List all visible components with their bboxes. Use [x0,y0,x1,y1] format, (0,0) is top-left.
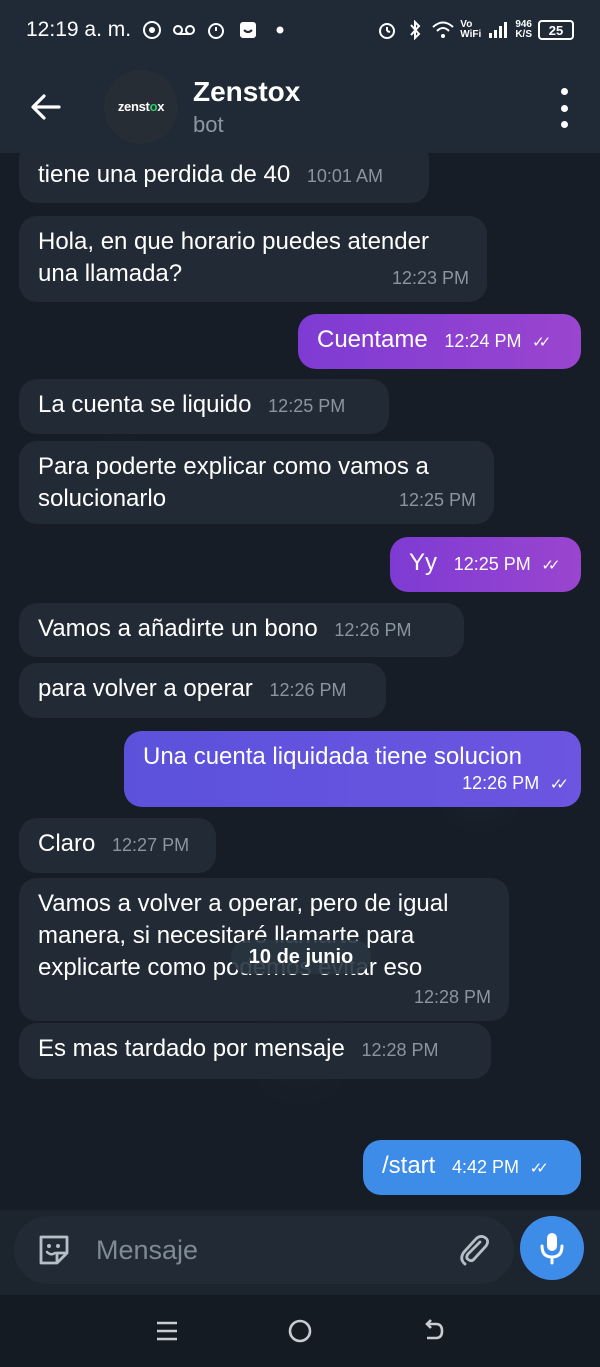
paperclip-icon [460,1235,489,1266]
chat-header: zenst o x Zenstox bot [0,60,600,153]
message-input[interactable] [96,1234,454,1266]
incoming-message[interactable]: Claro 12:27 PM [19,818,216,873]
message-time: 12:24 PM [444,331,522,351]
message-time: 12:23 PM [391,268,469,288]
incoming-message[interactable]: Para poderte explicar como vamos a soluc… [19,441,494,524]
wifi-icon [432,19,454,41]
incoming-message[interactable]: Vamos a añadirte un bono 12:26 PM [19,603,464,657]
attach-button[interactable] [454,1230,494,1270]
read-ticks-icon: ✓✓ [549,776,569,793]
signal-icon [487,19,509,41]
sticker-icon [39,1235,69,1265]
gallery-icon [237,19,259,41]
message-text: /start [382,1152,436,1179]
back-nav-button[interactable] [413,1311,453,1351]
alarm-icon [205,19,227,41]
message-time: 12:25 PM [398,490,476,510]
message-time: 12:26 PM [269,680,347,700]
date-separator: 10 de junio [231,940,371,974]
message-text: Yy [409,549,438,576]
back-arrow-icon [31,93,61,120]
message-time: 12:26 PM [462,773,540,793]
vowifi-label: Vo WiFi [460,19,482,40]
incoming-message[interactable]: Es mas tardado por mensaje 12:28 PM [19,1023,491,1079]
home-icon [288,1319,312,1343]
outgoing-message[interactable]: /start 4:42 PM ✓✓ [363,1140,581,1195]
back-nav-icon [425,1319,444,1340]
outgoing-message[interactable]: Cuentame 12:24 PM ✓✓ [298,314,581,369]
message-list[interactable]: tiene una perdida de 40 10:01 AM Hola, e… [0,153,600,1210]
message-time: 12:25 PM [268,396,346,416]
message-time: 12:25 PM [453,554,531,574]
title-block[interactable]: Zenstox bot [193,76,300,138]
message-time: 10:01 AM [306,166,383,186]
message-text: tiene una perdida de 40 [38,161,291,188]
avatar[interactable]: zenst o x [104,69,178,144]
read-ticks-icon: ✓✓ [541,557,560,574]
incoming-message[interactable]: Hola, en que horario puedes atender una … [19,216,487,302]
message-text: Vamos a añadirte un bono [38,615,318,642]
status-bar: 12:19 a. m. Vo WiFi 946 K/S 25 [0,0,600,60]
data-rate: 946 K/S [515,19,532,40]
chat-subtitle: bot [193,111,224,137]
message-time: 12:28 PM [361,1040,439,1060]
status-time: 12:19 a. m. [26,18,132,41]
bluetooth-icon [404,19,426,41]
chat-title: Zenstox [193,75,301,107]
battery-indicator: 25 [538,20,574,40]
system-nav-bar [0,1295,600,1367]
alarm-clock-icon [376,19,398,41]
microphone-icon [540,1233,564,1265]
incoming-message[interactable]: La cuenta se liquido 12:25 PM [19,379,389,434]
voice-record-button[interactable] [520,1216,584,1280]
incoming-message[interactable]: para volver a operar 12:26 PM [19,663,386,718]
dot-icon [269,19,291,41]
message-text: Es mas tardado por mensaje [38,1035,345,1062]
home-button[interactable] [280,1311,320,1351]
message-time: 4:42 PM [452,1157,520,1177]
back-button[interactable] [14,75,78,139]
voicemail-icon [173,19,196,41]
message-text: para volver a operar [38,675,253,702]
recents-icon [156,1321,177,1341]
sticker-button[interactable] [34,1230,74,1270]
message-time: 12:28 PM [413,987,491,1007]
recents-button[interactable] [147,1311,187,1351]
read-ticks-icon: ✓✓ [529,1160,549,1177]
message-text: Cuentame [317,326,428,353]
read-ticks-icon: ✓✓ [532,334,551,351]
message-text: La cuenta se liquido [38,391,252,418]
more-vert-icon[interactable] [552,88,576,128]
composer [14,1216,514,1284]
message-time: 12:27 PM [112,835,190,855]
incoming-message[interactable]: tiene una perdida de 40 10:01 AM [19,153,429,203]
message-time: 12:26 PM [334,620,412,640]
message-text: Claro [38,830,96,857]
outgoing-message[interactable]: Una cuenta liquidada tiene solucion 12:2… [124,731,581,807]
notification-app-icon [141,19,163,41]
outgoing-message[interactable]: Yy 12:25 PM ✓✓ [390,537,581,592]
